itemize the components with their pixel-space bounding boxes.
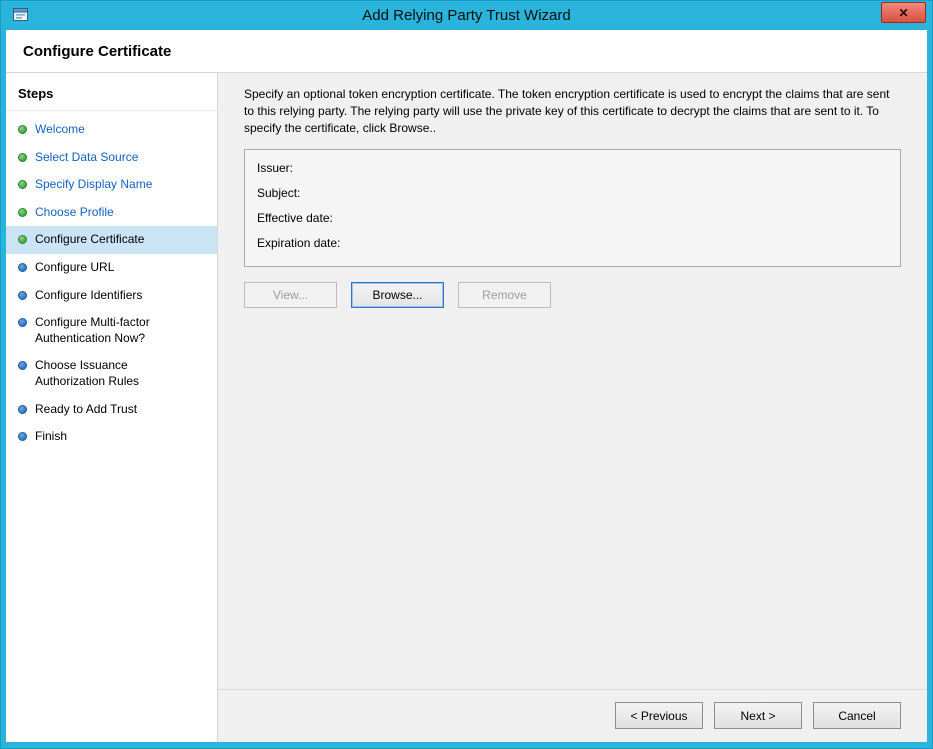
step-status-icon [18, 153, 27, 162]
step-item-welcome[interactable]: Welcome [6, 116, 217, 144]
step-status-icon [18, 263, 27, 272]
wizard-columns: Steps Welcome Select Data Source Specify D… [6, 73, 927, 742]
step-item-choose-issuance-authorization-rules: Choose Issuance Authorization Rules [6, 352, 217, 395]
window-titlebar: Add Relying Party Trust Wizard ✕ [6, 1, 927, 30]
window-body: Configure Certificate Steps Welcome Selec… [6, 30, 927, 742]
remove-button: Remove [458, 282, 551, 308]
certificate-field-label: Issuer: [257, 156, 888, 181]
step-label: Configure Certificate [35, 232, 144, 248]
window-title: Add Relying Party Trust Wizard [6, 7, 927, 24]
step-label: Choose Issuance Authorization Rules [35, 358, 185, 389]
step-label: Configure URL [35, 260, 114, 276]
step-item-configure-identifiers: Configure Identifiers [6, 282, 217, 310]
previous-button[interactable]: < Previous [615, 702, 703, 729]
wizard-app-icon [12, 6, 30, 24]
page-title: Configure Certificate [6, 30, 927, 73]
wizard-window: Add Relying Party Trust Wizard ✕ Configu… [0, 0, 933, 749]
wizard-footer: < Previous Next > Cancel [218, 689, 927, 742]
wizard-content: Specify an optional token encryption cer… [218, 73, 927, 742]
cancel-button[interactable]: Cancel [813, 702, 901, 729]
step-status-icon [18, 125, 27, 134]
step-status-icon [18, 208, 27, 217]
step-status-icon [18, 235, 27, 244]
close-icon: ✕ [898, 6, 908, 20]
step-label: Configure Multi-factor Authentication No… [35, 315, 185, 346]
step-item-ready-to-add-trust: Ready to Add Trust [6, 396, 217, 424]
step-status-icon [18, 291, 27, 300]
step-status-icon [18, 361, 27, 370]
step-label: Ready to Add Trust [35, 402, 137, 418]
step-label: Configure Identifiers [35, 288, 142, 304]
certificate-actions: View... Browse... Remove [244, 282, 901, 308]
step-label: Select Data Source [35, 150, 138, 166]
view-button: View... [244, 282, 337, 308]
step-label: Welcome [35, 122, 85, 138]
step-status-icon [18, 432, 27, 441]
step-item-specify-display-name[interactable]: Specify Display Name [6, 171, 217, 199]
step-status-icon [18, 318, 27, 327]
certificate-field-label: Subject: [257, 181, 888, 206]
browse-button[interactable]: Browse... [351, 282, 444, 308]
step-item-finish: Finish [6, 423, 217, 451]
certificate-field-label: Expiration date: [257, 231, 888, 256]
step-item-configure-certificate: Configure Certificate [6, 226, 217, 254]
description-text: Specify an optional token encryption cer… [244, 86, 901, 137]
steps-sidebar: Steps Welcome Select Data Source Specify D… [6, 73, 218, 742]
certificate-field-label: Effective date: [257, 206, 888, 231]
step-label: Specify Display Name [35, 177, 152, 193]
step-status-icon [18, 180, 27, 189]
step-item-choose-profile[interactable]: Choose Profile [6, 199, 217, 227]
certificate-summary-box: Issuer:Subject:Effective date:Expiration… [244, 149, 901, 267]
step-item-configure-multi-factor-authentication-now-: Configure Multi-factor Authentication No… [6, 309, 217, 352]
steps-heading: Steps [6, 82, 217, 111]
step-item-configure-url: Configure URL [6, 254, 217, 282]
step-label: Finish [35, 429, 67, 445]
close-button[interactable]: ✕ [881, 2, 926, 23]
step-status-icon [18, 405, 27, 414]
next-button[interactable]: Next > [714, 702, 802, 729]
step-item-select-data-source[interactable]: Select Data Source [6, 144, 217, 172]
steps-list: Welcome Select Data Source Specify Display… [6, 116, 217, 451]
step-label: Choose Profile [35, 205, 114, 221]
